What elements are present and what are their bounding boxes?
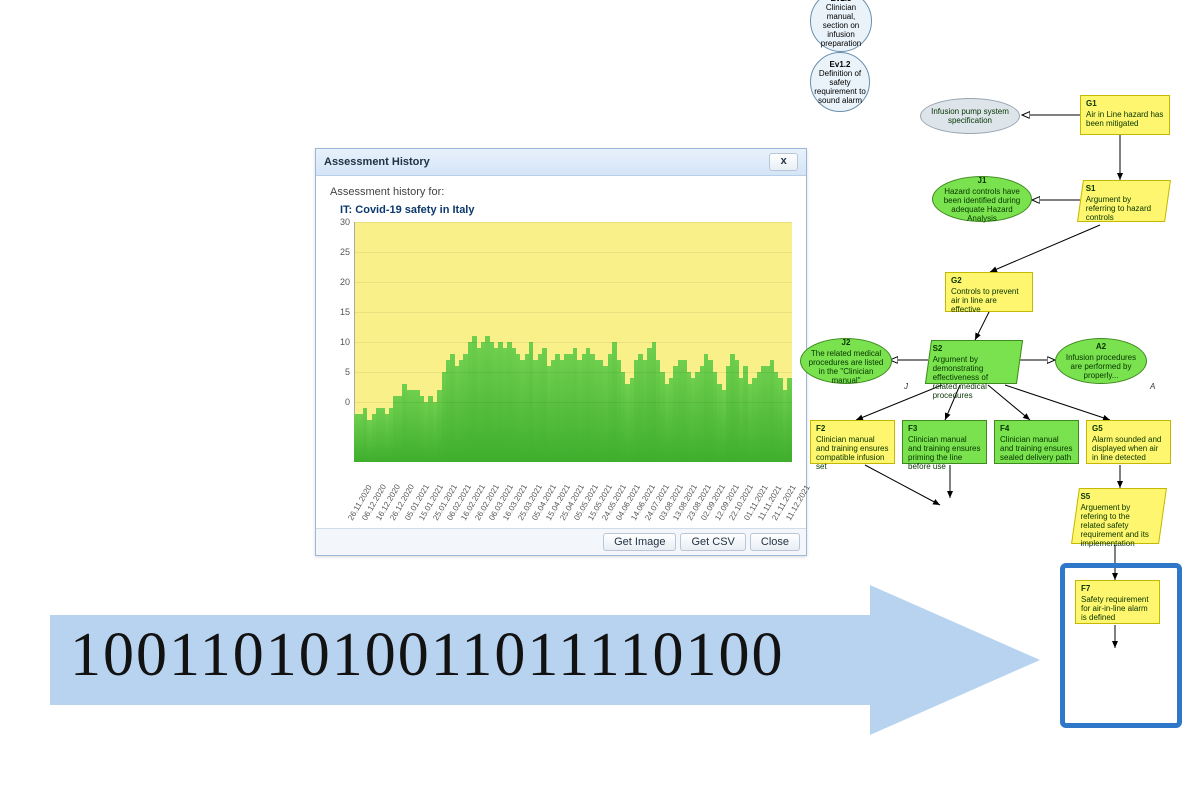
node-f4-id: F4: [1000, 424, 1073, 433]
node-ev23[interactable]: Ev2.3 Clinician manual, section on infus…: [810, 0, 872, 52]
chart-x-ticks: 26.11.202006.12.202016.12.202026.12.2020…: [354, 464, 792, 522]
grid-line: [354, 312, 792, 313]
node-f4[interactable]: F4 Clinician manual and training ensures…: [994, 420, 1079, 464]
chart-bar: [787, 378, 791, 462]
node-f3-id: F3: [908, 424, 981, 433]
y-tick-label: 20: [330, 277, 350, 287]
node-s5-id: S5: [1080, 492, 1156, 501]
node-a2-text: Infusion procedures are performed by pro…: [1066, 353, 1136, 380]
y-tick-label: 0: [330, 397, 350, 407]
chart-area: 051015202530 26.11.202006.12.202016.12.2…: [330, 222, 792, 522]
node-g5-text: Alarm sounded and displayed when air in …: [1092, 435, 1161, 462]
node-j2[interactable]: J2 The related medical procedures are li…: [800, 338, 892, 384]
chart-subtitle: IT: Covid-19 safety in Italy: [340, 204, 474, 216]
node-g1-text: Air in Line hazard has been mitigated: [1086, 110, 1163, 128]
node-a2-id: A2: [1061, 342, 1141, 351]
get-csv-button[interactable]: Get CSV: [680, 533, 745, 551]
node-s2[interactable]: S2 Argument by demonstrating effectivene…: [925, 340, 1023, 384]
node-s2-text: Argument by demonstrating effectiveness …: [933, 355, 988, 400]
y-tick-label: 5: [330, 367, 350, 377]
y-tick-label: 10: [330, 337, 350, 347]
node-s1[interactable]: S1 Argument by referring to hazard contr…: [1077, 180, 1171, 222]
node-g1-id: G1: [1086, 99, 1164, 108]
node-j2-text: The related medical procedures are liste…: [809, 349, 884, 385]
node-s1-text: Argument by referring to hazard controls: [1086, 195, 1151, 222]
node-j1-id: J1: [938, 176, 1026, 185]
node-ev23-text: Clinician manual, section on infusion pr…: [821, 3, 861, 48]
grid-line: [354, 252, 792, 253]
node-j1-text: Hazard controls have been identified dur…: [944, 187, 1021, 223]
y-tick-label: 30: [330, 217, 350, 227]
node-j1[interactable]: J1 Hazard controls have been identified …: [932, 176, 1032, 222]
node-g1[interactable]: G1 Air in Line hazard has been mitigated: [1080, 95, 1170, 135]
node-g2-text: Controls to prevent air in line are effe…: [951, 287, 1019, 314]
node-g2-id: G2: [951, 276, 1027, 285]
grid-line: [354, 342, 792, 343]
node-a2[interactable]: A2 Infusion procedures are performed by …: [1055, 338, 1147, 384]
subtitle-prefix: Assessment history for:: [330, 186, 792, 198]
node-g5[interactable]: G5 Alarm sounded and displayed when air …: [1086, 420, 1171, 464]
close-button[interactable]: Close: [750, 533, 800, 551]
binary-text: 1001101010011011110100: [70, 620, 785, 691]
get-image-button[interactable]: Get Image: [603, 533, 676, 551]
close-icon[interactable]: x: [769, 153, 798, 171]
node-ev12-text: Definition of safety requirement to soun…: [814, 69, 866, 105]
node-f3-text: Clinician manual and training ensures pr…: [908, 435, 981, 471]
node-spec-text: Infusion pump system specification: [926, 107, 1014, 125]
node-f7-text: Safety requirement for air-in-line alarm…: [1081, 595, 1149, 622]
node-f7[interactable]: F7 Safety requirement for air-in-line al…: [1075, 580, 1160, 624]
grid-line: [354, 372, 792, 373]
node-ev12[interactable]: Ev1.2 Definition of safety requirement t…: [810, 52, 870, 112]
node-s5[interactable]: S5 Arguement by refering to the related …: [1071, 488, 1167, 544]
grid-line: [354, 282, 792, 283]
gsn-diagram: Infusion pump system specification G1 Ai…: [810, 0, 1200, 790]
assessment-history-window: Assessment History x Assessment history …: [315, 148, 807, 556]
window-body: Assessment history for: IT: Covid-19 saf…: [316, 176, 806, 528]
node-f2-id: F2: [816, 424, 889, 433]
node-f3[interactable]: F3 Clinician manual and training ensures…: [902, 420, 987, 464]
node-s1-id: S1: [1086, 184, 1162, 193]
node-f4-text: Clinician manual and training ensures se…: [1000, 435, 1073, 462]
window-title: Assessment History: [324, 156, 430, 168]
node-spec[interactable]: Infusion pump system specification: [920, 98, 1020, 134]
y-tick-label: 15: [330, 307, 350, 317]
node-g5-id: G5: [1092, 424, 1165, 433]
node-f2[interactable]: F2 Clinician manual and training ensures…: [810, 420, 895, 464]
node-f2-text: Clinician manual and training ensures co…: [816, 435, 889, 471]
node-ev12-id: Ev1.2: [814, 60, 866, 69]
label-j: J: [904, 382, 908, 391]
window-footer: Get Image Get CSV Close: [316, 528, 806, 555]
label-a: A: [1150, 382, 1155, 391]
window-titlebar[interactable]: Assessment History x: [316, 149, 806, 176]
node-j2-id: J2: [806, 338, 886, 347]
node-g2[interactable]: G2 Controls to prevent air in line are e…: [945, 272, 1033, 312]
y-tick-label: 25: [330, 247, 350, 257]
node-s2-id: S2: [933, 344, 1013, 353]
node-f7-id: F7: [1081, 584, 1154, 593]
grid-line: [354, 222, 792, 223]
grid-line: [354, 402, 792, 403]
node-s5-text: Arguement by refering to the related saf…: [1080, 503, 1148, 548]
